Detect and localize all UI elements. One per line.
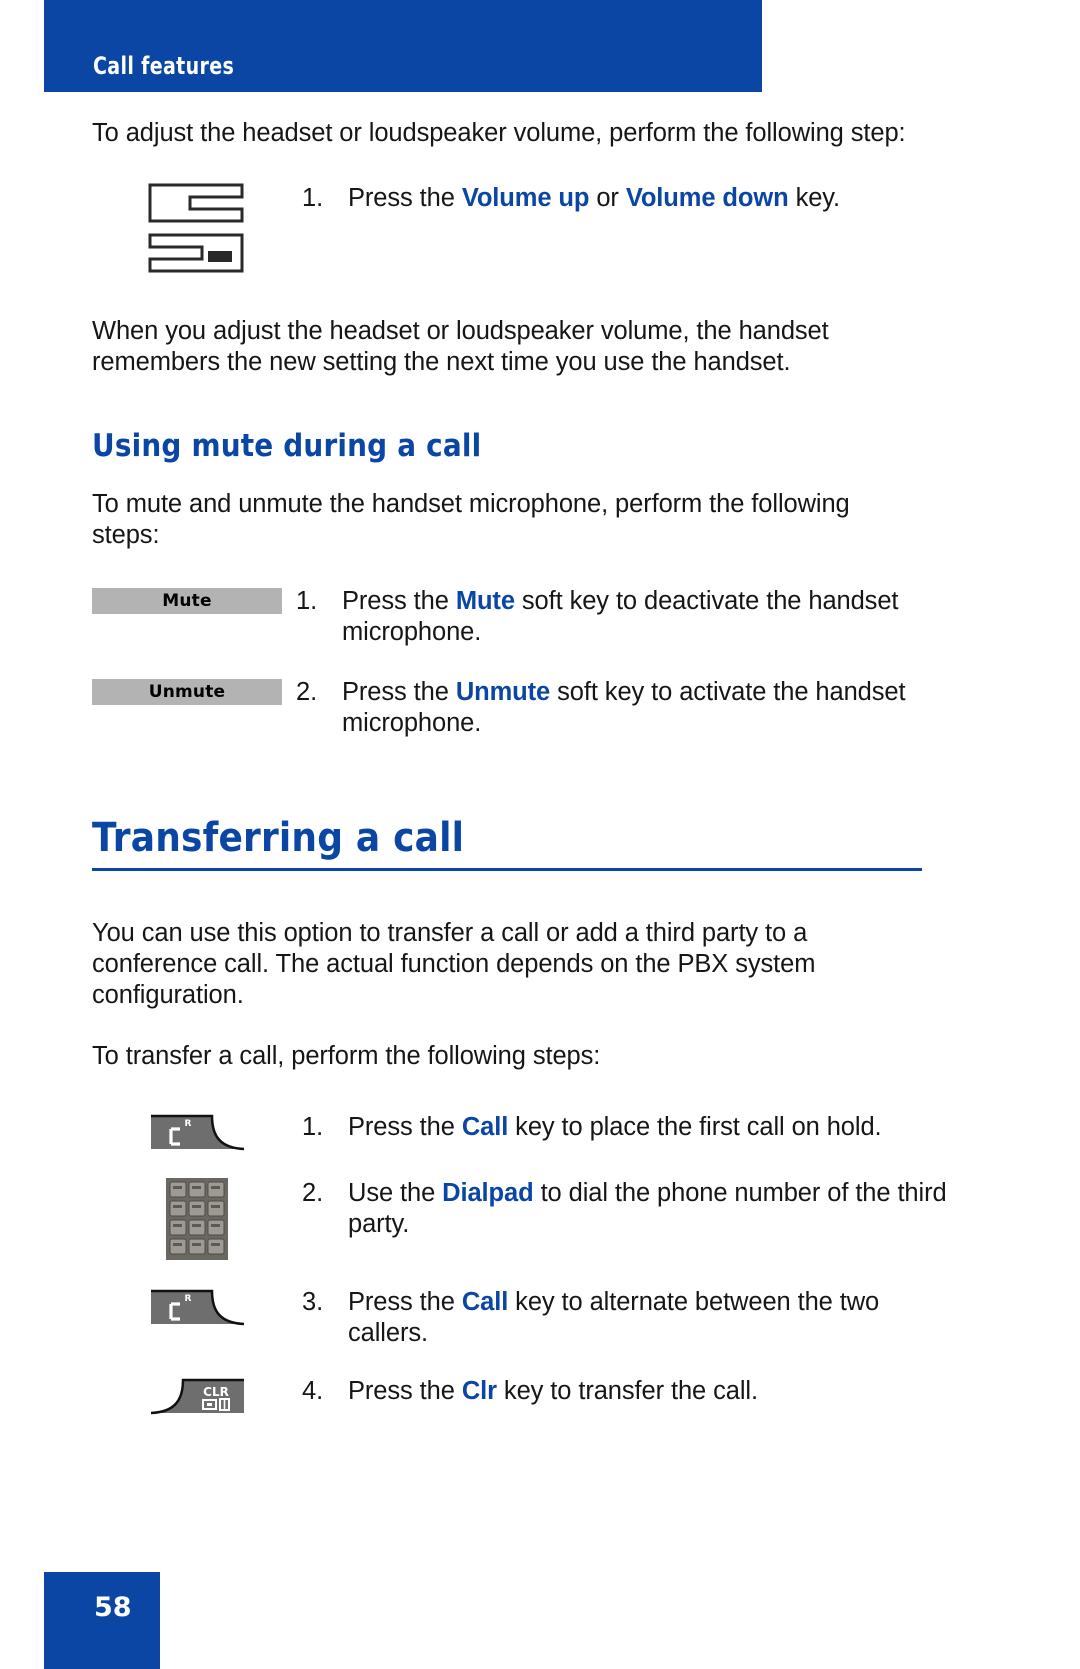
call-keyword-1: Call xyxy=(461,1113,509,1141)
transfer-step-2-before: Use the xyxy=(348,1179,443,1207)
unmute-keyword: Unmute xyxy=(455,678,551,706)
svg-text:R: R xyxy=(184,1119,191,1129)
transfer-step-3-before: Press the xyxy=(348,1288,462,1316)
mute-keyword: Mute xyxy=(455,587,515,615)
volume-intro-paragraph: To adjust the headset or loudspeaker vol… xyxy=(92,119,906,147)
page-number: 58 xyxy=(94,1592,132,1623)
footer-page-band: 58 xyxy=(44,1572,160,1669)
clr-key-icon[interactable]: CLR xyxy=(150,1376,245,1416)
transfer-step-2-text: Use the Dialpad to dial the phone number… xyxy=(348,1178,952,1240)
call-key-cell-1: R xyxy=(92,1112,302,1152)
transfer-step-2-number: 2. xyxy=(302,1179,324,1207)
mute-step-2-number: 2. xyxy=(296,678,318,706)
mute-intro-paragraph: To mute and unmute the handset microphon… xyxy=(92,490,850,549)
volume-step-before: Press the xyxy=(348,184,462,212)
page-content: To adjust the headset or loudspeaker vol… xyxy=(92,118,952,1416)
chapter-header-title: Call features xyxy=(93,52,235,80)
transfer-step-row-1: R 1. Press the Call key to place the fir… xyxy=(92,1112,952,1152)
transfer-step-row-3: R 3. Press the Call key to alternate bet… xyxy=(92,1287,952,1349)
transfer-section-heading: Transferring a call xyxy=(92,815,465,861)
mute-step-1-before: Press the xyxy=(342,587,456,615)
volume-rocker-icon xyxy=(148,183,246,279)
transfer-step-4-number: 4. xyxy=(302,1377,324,1405)
svg-text:R: R xyxy=(184,1294,191,1304)
transfer-step-3-text: Press the Call key to alternate between … xyxy=(348,1287,952,1349)
mute-step-2-before: Press the xyxy=(342,678,456,706)
transfer-step-4-text: Press the Clr key to transfer the call. xyxy=(348,1376,952,1407)
volume-step-after: key. xyxy=(788,184,841,212)
volume-step-number: 1. xyxy=(302,184,324,212)
transfer-step-4-after: key to transfer the call. xyxy=(496,1377,758,1405)
call-keyword-2: Call xyxy=(461,1288,509,1316)
volume-step-text: Press the Volume up or Volume down key. xyxy=(348,183,952,214)
transfer-step-4-before: Press the xyxy=(348,1377,462,1405)
transfer-paragraph-2: To transfer a call, perform the followin… xyxy=(92,1042,601,1070)
volume-down-keyword: Volume down xyxy=(625,184,789,212)
call-key-icon[interactable]: R xyxy=(150,1287,245,1327)
mute-step-row-2: Unmute 2. Press the Unmute soft key to a… xyxy=(92,677,952,739)
dialpad-cell xyxy=(92,1178,302,1260)
mute-section-heading: Using mute during a call xyxy=(92,428,482,464)
transfer-step-1-after: key to place the first call on hold. xyxy=(508,1113,882,1141)
transfer-step-1-number: 1. xyxy=(302,1113,324,1141)
call-key-icon[interactable]: R xyxy=(150,1112,245,1152)
volume-icon-cell xyxy=(92,183,302,279)
svg-text:CLR: CLR xyxy=(203,1385,229,1399)
transfer-step-1-before: Press the xyxy=(348,1113,462,1141)
transfer-paragraph-1: You can use this option to transfer a ca… xyxy=(92,919,816,1009)
mute-step-row-1: Mute 1. Press the Mute soft key to deact… xyxy=(92,586,952,648)
unmute-soft-key[interactable]: Unmute xyxy=(92,679,282,705)
unmute-softkey-cell: Unmute xyxy=(92,677,296,705)
mute-softkey-cell: Mute xyxy=(92,586,296,614)
call-key-cell-2: R xyxy=(92,1287,302,1327)
mute-soft-key-label: Mute xyxy=(162,591,212,611)
transfer-step-1-text: Press the Call key to place the first ca… xyxy=(348,1112,952,1143)
clr-keyword: Clr xyxy=(461,1377,497,1405)
unmute-soft-key-label: Unmute xyxy=(148,682,226,702)
transfer-step-row-2: 2. Use the Dialpad to dial the phone num… xyxy=(92,1178,952,1260)
transfer-step-row-4: CLR 4. Press the Clr key to transfer the… xyxy=(92,1376,952,1416)
volume-up-key-icon xyxy=(148,183,244,223)
transfer-heading-rule xyxy=(92,868,922,871)
transfer-step-3-number: 3. xyxy=(302,1288,324,1316)
dialpad-icon[interactable] xyxy=(166,1178,228,1260)
volume-up-keyword: Volume up xyxy=(461,184,590,212)
volume-note-paragraph: When you adjust the headset or loudspeak… xyxy=(92,317,829,376)
volume-step-row: 1. Press the Volume up or Volume down ke… xyxy=(92,183,952,279)
mute-step-1-number: 1. xyxy=(296,587,318,615)
dialpad-keyword: Dialpad xyxy=(442,1179,534,1207)
clr-key-cell: CLR xyxy=(92,1376,302,1416)
mute-soft-key[interactable]: Mute xyxy=(92,588,282,614)
mute-step-1-text: Press the Mute soft key to deactivate th… xyxy=(342,586,952,648)
volume-down-key-icon xyxy=(148,233,244,273)
volume-step-middle: or xyxy=(589,184,626,212)
mute-step-2-text: Press the Unmute soft key to activate th… xyxy=(342,677,952,739)
chapter-header-band: Call features xyxy=(44,0,762,92)
